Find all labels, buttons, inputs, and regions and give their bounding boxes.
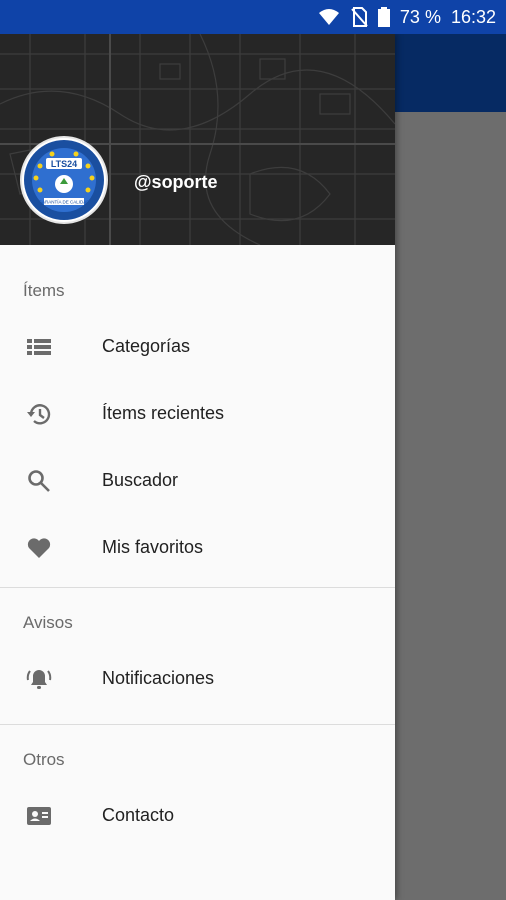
menu-item-label: Notificaciones <box>102 668 215 688</box>
battery-icon <box>377 7 390 27</box>
contact-card-icon <box>26 803 52 829</box>
menu-item-items-recientes[interactable]: Ítems recientes <box>0 380 395 447</box>
menu-item-label: Mis favoritos <box>102 537 204 557</box>
menu-item-label: Ítems recientes <box>102 403 225 423</box>
wifi-icon <box>318 8 340 26</box>
company-logo: LTS24 GARANTÍA DE CALIDAD <box>20 136 108 224</box>
menu-item-mis-favoritos[interactable]: Mis favoritos <box>0 514 395 581</box>
history-icon <box>26 401 52 427</box>
section-label-items: Ítems <box>23 281 65 300</box>
menu-item-buscador[interactable]: Buscador <box>0 447 395 514</box>
menu-item-label: Contacto <box>102 805 175 825</box>
search-icon <box>26 468 52 494</box>
heart-icon <box>26 535 52 561</box>
battery-percent: 73 % <box>399 6 441 27</box>
logo-caption: GARANTÍA DE CALIDAD <box>38 199 90 205</box>
menu-item-contacto[interactable]: Contacto <box>0 782 395 849</box>
drawer-header: LTS24 GARANTÍA DE CALIDAD @soporte <box>0 34 395 245</box>
navigation-drawer: LTS24 GARANTÍA DE CALIDAD @soporte Ítems… <box>0 34 395 900</box>
list-icon <box>26 334 52 360</box>
bell-icon <box>26 666 52 692</box>
menu-item-notificaciones[interactable]: Notificaciones <box>0 645 395 712</box>
section-label-otros: Otros <box>23 750 65 769</box>
section-label-avisos: Avisos <box>23 613 73 632</box>
menu-item-label: Categorías <box>102 336 191 356</box>
logo-text: LTS24 <box>51 159 77 169</box>
status-bar: 73 % 16:32 <box>0 0 506 34</box>
menu-item-label: Buscador <box>102 470 179 490</box>
clock: 16:32 <box>450 6 496 27</box>
username: @soporte <box>134 172 218 192</box>
menu-item-categorias[interactable]: Categorías <box>0 313 395 380</box>
no-sim-icon <box>350 7 368 27</box>
